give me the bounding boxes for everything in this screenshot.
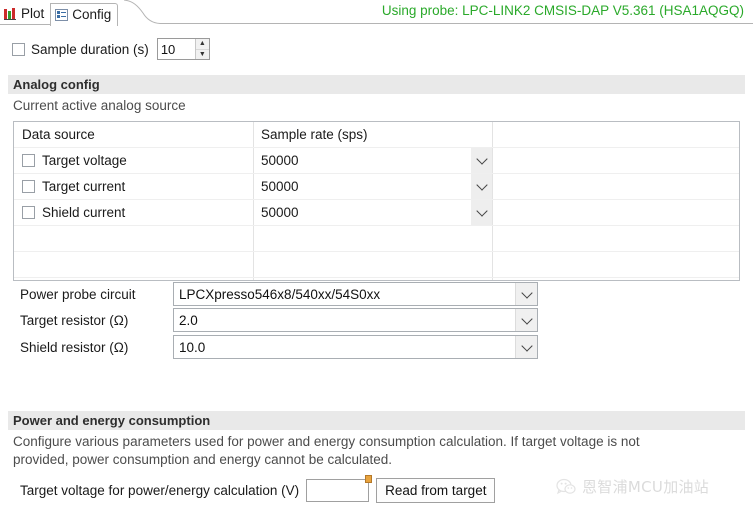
power-energy-title: Power and energy consumption <box>13 413 211 428</box>
chevron-down-icon <box>475 153 488 165</box>
stepper-up-icon[interactable]: ▲ <box>195 39 209 50</box>
shield-resistor-dropdown[interactable] <box>515 336 537 358</box>
read-from-target-button[interactable]: Read from target <box>376 478 496 503</box>
shield-resistor-row: Shield resistor (Ω) 10.0 <box>20 335 538 359</box>
power-probe-circuit-dropdown[interactable] <box>515 283 537 305</box>
watermark: 恩智浦MCU加油站 <box>556 476 709 497</box>
tab-config-label: Config <box>72 6 112 22</box>
bar-chart-icon <box>4 8 17 20</box>
table-cell-sample-rate[interactable]: 50000 <box>253 148 492 173</box>
analog-config-section-header: Analog config <box>8 75 745 94</box>
table-empty-row <box>14 226 739 252</box>
table-cell-sample-rate[interactable]: 50000 <box>253 174 492 199</box>
row-label-target-voltage: Target voltage <box>42 153 127 168</box>
analog-source-table: Data source Sample rate (sps) Target vol… <box>13 121 740 281</box>
tab-plot-label: Plot <box>21 5 45 21</box>
analog-config-subtitle: Current active analog source <box>13 98 186 113</box>
sample-duration-checkbox[interactable] <box>12 42 25 56</box>
tab-strip: Plot Config <box>0 0 119 26</box>
table-cell-data-source: Target current <box>14 179 253 194</box>
sample-rate-dropdown-2[interactable] <box>471 200 492 225</box>
power-energy-description-line2: provided, power consumption and energy c… <box>13 452 392 467</box>
power-probe-circuit-value: LPCXpresso546x8/540xx/54S0xx <box>179 286 381 302</box>
chevron-down-icon <box>520 286 533 299</box>
sample-duration-label: Sample duration (s) <box>31 41 149 57</box>
sample-duration-stepper[interactable]: ▲ ▼ <box>156 38 210 60</box>
warning-badge-icon <box>365 475 373 483</box>
target-voltage-input-wrap <box>306 475 373 502</box>
stepper-arrows[interactable]: ▲ ▼ <box>194 39 209 60</box>
wechat-icon <box>556 478 576 495</box>
table-empty-row <box>14 252 739 278</box>
shield-resistor-combo[interactable]: 10.0 <box>173 335 538 359</box>
target-resistor-dropdown[interactable] <box>515 309 537 331</box>
target-resistor-row: Target resistor (Ω) 2.0 <box>20 308 538 332</box>
sample-rate-dropdown-0[interactable] <box>471 148 492 173</box>
table-cell-data-source: Target voltage <box>14 153 253 168</box>
sample-duration-input[interactable] <box>157 39 195 59</box>
power-probe-circuit-combo[interactable]: LPCXpresso546x8/540xx/54S0xx <box>173 282 538 306</box>
table-header-row: Data source Sample rate (sps) <box>14 122 739 148</box>
analog-config-title: Analog config <box>13 77 100 92</box>
sample-rate-dropdown-1[interactable] <box>471 174 492 199</box>
tab-plot[interactable]: Plot <box>0 4 51 25</box>
table-cell-sample-rate[interactable]: 50000 <box>253 200 492 225</box>
stepper-down-icon[interactable]: ▼ <box>196 50 209 60</box>
target-resistor-value: 2.0 <box>179 312 198 328</box>
target-voltage-label: Target voltage for power/energy calculat… <box>20 483 300 498</box>
table-row[interactable]: Target voltage 50000 <box>14 148 739 174</box>
target-resistor-label: Target resistor (Ω) <box>20 312 129 328</box>
row-checkbox-target-voltage[interactable] <box>22 154 35 167</box>
table-row[interactable]: Target current 50000 <box>14 174 739 200</box>
tab-bar: Plot Config Using probe: LPC-LINK2 CMSIS… <box>0 0 753 27</box>
sample-rate-value-1: 50000 <box>261 179 299 194</box>
power-probe-circuit-label: Power probe circuit <box>20 286 136 302</box>
row-checkbox-shield-current[interactable] <box>22 206 35 219</box>
chevron-down-icon <box>475 179 488 191</box>
chevron-down-icon <box>475 205 488 217</box>
table-cell-data-source: Shield current <box>14 205 253 220</box>
row-label-shield-current: Shield current <box>42 205 126 220</box>
target-resistor-combo[interactable]: 2.0 <box>173 308 538 332</box>
table-header-data-source: Data source <box>22 127 95 142</box>
tab-bar-curve <box>124 0 753 24</box>
power-energy-section-header: Power and energy consumption <box>8 411 745 430</box>
watermark-text: 恩智浦MCU加油站 <box>582 478 710 496</box>
shield-resistor-label: Shield resistor (Ω) <box>20 339 129 355</box>
sample-rate-value-0: 50000 <box>261 153 299 168</box>
sample-duration-row: Sample duration (s) ▲ ▼ <box>12 38 210 60</box>
chevron-down-icon <box>520 312 533 325</box>
config-list-icon <box>55 9 69 21</box>
shield-resistor-value: 10.0 <box>179 339 206 355</box>
power-energy-description-line1: Configure various parameters used for po… <box>13 434 640 449</box>
row-checkbox-target-current[interactable] <box>22 180 35 193</box>
chevron-down-icon <box>520 339 533 352</box>
power-probe-circuit-row: Power probe circuit LPCXpresso546x8/540x… <box>20 282 538 306</box>
sample-rate-value-2: 50000 <box>261 205 299 220</box>
table-row[interactable]: Shield current 50000 <box>14 200 739 226</box>
target-voltage-row: Target voltage for power/energy calculat… <box>20 475 496 503</box>
row-label-target-current: Target current <box>42 179 126 194</box>
tab-config[interactable]: Config <box>50 3 119 26</box>
table-header-sample-rate: Sample rate (sps) <box>261 127 368 142</box>
target-voltage-input[interactable] <box>306 479 370 502</box>
